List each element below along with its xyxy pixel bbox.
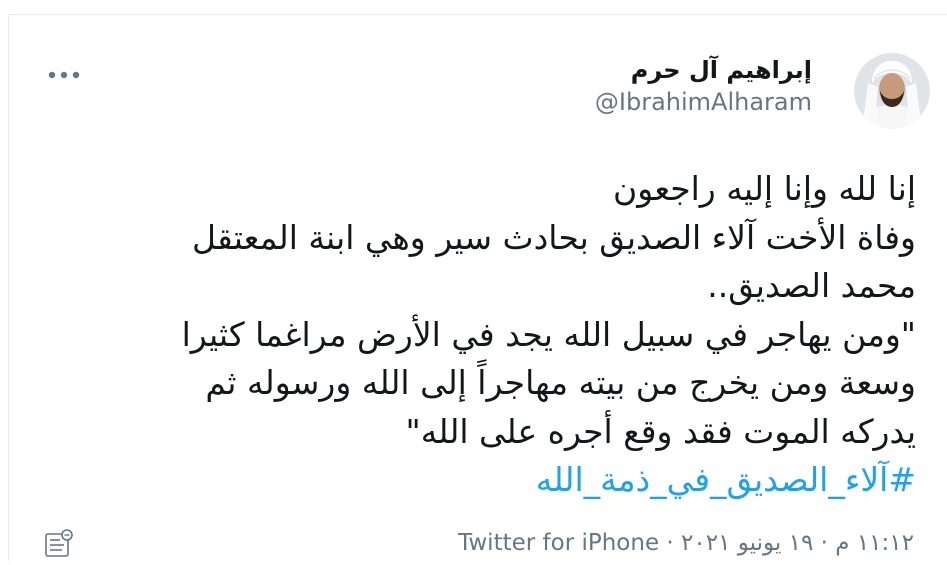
tweet-line: "ومن يهاجر في سبيل الله يجد في الأرض مرا…	[181, 314, 916, 354]
tweet-line: محمد الصديق..	[707, 266, 916, 305]
tweet-card: إبراهيم آل حرم @IbrahimAlharam إنا لله و…	[8, 14, 947, 561]
profile-photo-icon	[854, 53, 930, 129]
tweet-date[interactable]: ١٩ يونيو ٢٠٢١	[681, 530, 813, 556]
tweet-text: إنا لله وإنا إليه راجعون وفاة الأخت آلاء…	[36, 165, 916, 505]
user-handle[interactable]: @IbrahimAlharam	[595, 85, 812, 119]
tweet-metadata: ١١:١٢ م · ١٩ يونيو ٢٠٢١ · Twitter for iP…	[458, 526, 914, 560]
user-block: إبراهيم آل حرم @IbrahimAlharam	[595, 55, 812, 119]
tweet-line: وسعة ومن يخرج من بيته مهاجراً إلى الله و…	[205, 363, 916, 402]
more-horizontal-icon[interactable]	[47, 67, 81, 81]
tweet-time: ١١:١٢ م	[835, 530, 914, 556]
tweet-source[interactable]: Twitter for iPhone	[458, 530, 659, 556]
tweet-line: إنا لله وإنا إليه راجعون	[613, 169, 916, 208]
tweet-line: وفاة الأخت آلاء الصديق بحادث سير وهي ابن…	[192, 217, 916, 257]
avatar[interactable]	[854, 53, 930, 129]
hashtag-link[interactable]: #آلاء_الصديق_في_ذمة_الله	[36, 456, 916, 505]
tweet-line: يدركه الموت فقد وقع أجره على الله"	[405, 411, 916, 451]
notes-icon[interactable]	[42, 527, 76, 561]
display-name[interactable]: إبراهيم آل حرم	[595, 55, 812, 85]
meta-separator: ·	[820, 530, 828, 556]
meta-separator: ·	[666, 530, 674, 556]
